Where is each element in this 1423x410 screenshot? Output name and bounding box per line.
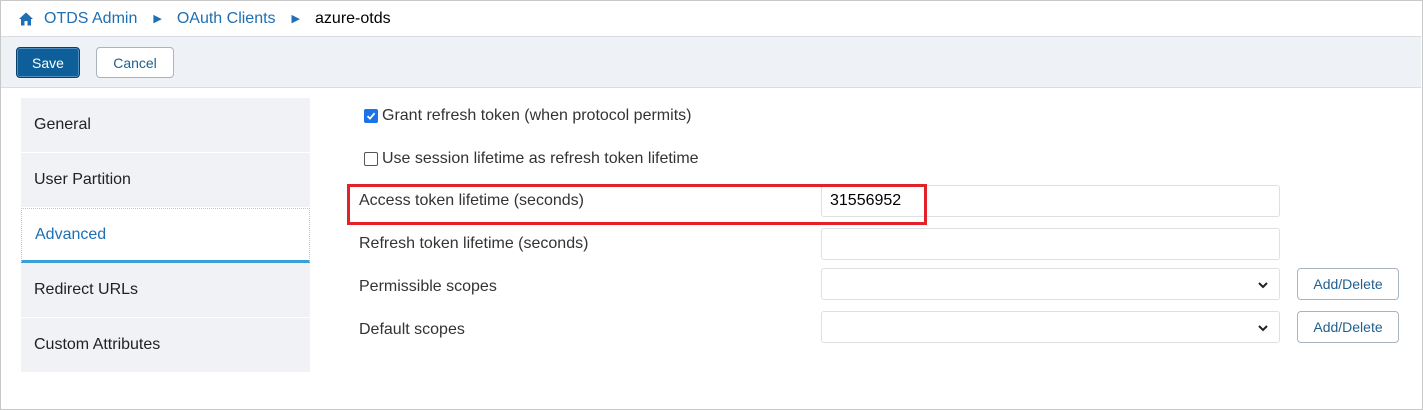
sidebar-item-label: User Partition	[34, 171, 131, 188]
highlight-box	[347, 184, 927, 225]
cancel-button[interactable]: Cancel	[96, 47, 174, 78]
toolbar: Save Cancel	[1, 36, 1421, 88]
chevron-down-icon	[1258, 325, 1268, 332]
sidebar-item-label: Redirect URLs	[34, 281, 139, 298]
sidebar-item-label: General	[34, 116, 91, 133]
permissible-scopes-select[interactable]	[821, 268, 1280, 300]
save-button[interactable]: Save	[16, 47, 80, 78]
refresh-token-lifetime-label: Refresh token lifetime (seconds)	[359, 235, 589, 252]
session-lifetime-label: Use session lifetime as refresh token li…	[382, 150, 699, 167]
breadcrumb-otds-admin[interactable]: OTDS Admin	[44, 10, 137, 28]
permissible-scopes-label: Permissible scopes	[359, 278, 497, 295]
breadcrumb: OTDS Admin ▶ OAuth Clients ▶ azure-otds	[1, 1, 1421, 36]
sidebar-item-general[interactable]: General	[21, 98, 310, 152]
grant-refresh-token-row: Grant refresh token (when protocol permi…	[364, 107, 691, 125]
breadcrumb-oauth-clients[interactable]: OAuth Clients	[177, 10, 276, 28]
default-scopes-select[interactable]	[821, 311, 1280, 343]
sidebar-item-advanced[interactable]: Advanced	[21, 208, 310, 263]
breadcrumb-current: azure-otds	[315, 9, 391, 27]
grant-refresh-token-label: Grant refresh token (when protocol permi…	[382, 107, 692, 124]
triangle-right-icon: ▶	[291, 13, 301, 25]
chevron-down-icon	[1258, 282, 1268, 289]
session-lifetime-checkbox[interactable]	[364, 152, 378, 166]
sidebar-item-custom-attributes[interactable]: Custom Attributes	[21, 318, 310, 372]
triangle-right-icon: ▶	[153, 13, 162, 25]
session-lifetime-row: Use session lifetime as refresh token li…	[364, 150, 699, 168]
permissible-scopes-add-delete-button[interactable]: Add/Delete	[1297, 268, 1399, 300]
default-scopes-label: Default scopes	[359, 321, 465, 338]
sidebar-item-label: Advanced	[35, 225, 107, 243]
grant-refresh-token-checkbox[interactable]	[364, 109, 378, 123]
sidebar-item-redirect-urls[interactable]: Redirect URLs	[21, 263, 310, 317]
home-icon[interactable]	[18, 11, 34, 27]
refresh-token-lifetime-input[interactable]	[821, 228, 1280, 260]
sidebar-item-label: Custom Attributes	[34, 336, 161, 353]
default-scopes-add-delete-button[interactable]: Add/Delete	[1297, 311, 1399, 343]
sidebar-item-user-partition[interactable]: User Partition	[21, 153, 310, 207]
